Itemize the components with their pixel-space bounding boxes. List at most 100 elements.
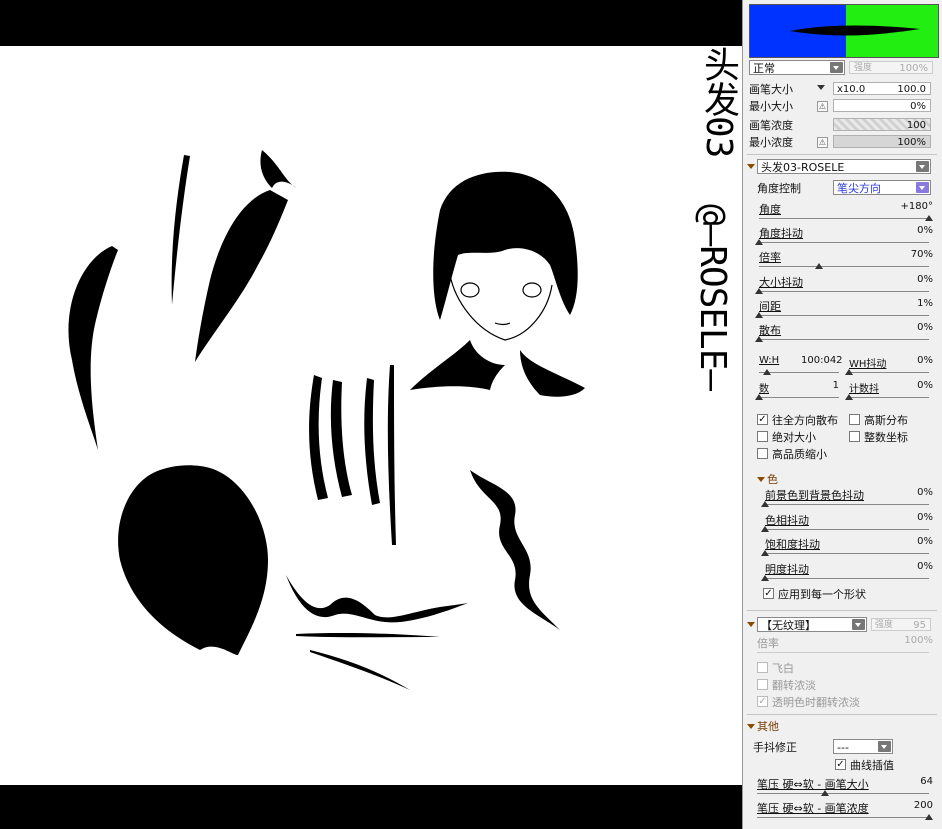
vertical-title-author: @—ROSELE— bbox=[692, 204, 733, 391]
chevron-down-icon bbox=[852, 619, 865, 630]
hue-jitter-slider-row: 色相抖动 0% bbox=[743, 512, 942, 532]
size-jitter-track[interactable] bbox=[759, 291, 929, 292]
count-track[interactable] bbox=[759, 397, 839, 398]
pressure-lock-icon[interactable]: ⚠ bbox=[817, 137, 828, 148]
section-divider bbox=[747, 610, 937, 611]
apply-each-label: 应用到每一个形状 bbox=[778, 588, 866, 601]
wh-jitter-thumb[interactable] bbox=[845, 369, 853, 375]
pressure-density-track[interactable] bbox=[757, 817, 929, 818]
spacing-thumb[interactable] bbox=[755, 312, 763, 318]
sat-jitter-thumb[interactable] bbox=[761, 550, 769, 556]
drawing-canvas[interactable] bbox=[0, 46, 742, 785]
pressure-size-track[interactable] bbox=[757, 793, 929, 794]
scatter-thumb[interactable] bbox=[755, 336, 763, 342]
chevron-down-icon bbox=[916, 182, 929, 193]
brush-settings-panel: 正常 强度 100% 画笔大小 x10.0 100.0 最小大小 ⚠ 0% 画笔… bbox=[742, 0, 942, 829]
bright-jitter-thumb[interactable] bbox=[761, 574, 769, 581]
bright-jitter-label: 明度抖动 bbox=[765, 562, 809, 576]
ratio-thumb[interactable] bbox=[814, 263, 823, 269]
texture-ratio-track[interactable] bbox=[757, 652, 929, 653]
brush-preview bbox=[749, 4, 939, 58]
spacing-slider-row: 间距 1% bbox=[743, 298, 942, 318]
bright-jitter-track[interactable] bbox=[765, 577, 929, 579]
min-density-field[interactable]: 100% bbox=[833, 135, 931, 148]
flying-white-label: 飞白 bbox=[772, 662, 794, 675]
texture-select[interactable]: 【无纹理】 bbox=[757, 617, 867, 632]
invert-transparent-row: ✓ 透明色时翻转浓淡 bbox=[743, 694, 942, 712]
texture-strength-field[interactable]: 强度 95 bbox=[871, 618, 931, 631]
invert-density-label: 翻转浓淡 bbox=[772, 679, 816, 692]
gaussian-checkbox[interactable] bbox=[849, 414, 860, 425]
count-jitter-track[interactable] bbox=[849, 397, 929, 398]
scatter-track[interactable] bbox=[759, 339, 929, 340]
count-thumb[interactable] bbox=[755, 394, 763, 400]
hue-jitter-thumb[interactable] bbox=[761, 525, 769, 532]
hair-stroke-parallel bbox=[296, 633, 440, 638]
angle-thumb[interactable] bbox=[925, 215, 933, 221]
pressure-lock-icon[interactable]: ⚠ bbox=[817, 101, 828, 112]
apply-each-checkbox[interactable]: ✓ bbox=[763, 588, 774, 599]
angle-jitter-label: 角度抖动 bbox=[759, 227, 803, 240]
flying-white-checkbox[interactable] bbox=[757, 662, 768, 673]
blend-mode-select[interactable]: 正常 bbox=[749, 60, 845, 75]
chevron-down-icon bbox=[830, 62, 843, 73]
collapse-triangle-icon[interactable] bbox=[757, 477, 765, 482]
wh-track[interactable] bbox=[759, 372, 839, 373]
angle-jitter-value: 0% bbox=[917, 225, 933, 236]
angle-track[interactable] bbox=[759, 218, 929, 219]
fg-bg-jitter-slider-row: 前景色到背景色抖动 0% bbox=[743, 487, 942, 507]
count-label: 数 bbox=[759, 384, 769, 395]
wh-thumb[interactable] bbox=[763, 369, 771, 375]
brush-shape-select[interactable]: 头发03-ROSELE bbox=[757, 159, 931, 174]
brush-size-field[interactable]: x10.0 100.0 bbox=[833, 82, 931, 95]
invert-transparent-label: 透明色时翻转浓淡 bbox=[772, 696, 860, 709]
collapse-triangle-icon[interactable] bbox=[747, 724, 755, 729]
min-size-field[interactable]: 0% bbox=[833, 99, 931, 112]
hue-jitter-track[interactable] bbox=[765, 528, 929, 530]
hq-downscale-checkbox[interactable] bbox=[757, 448, 768, 459]
angle-jitter-track[interactable] bbox=[759, 242, 929, 243]
character-head-sketch bbox=[410, 171, 585, 397]
opacity-label: 强度 bbox=[854, 63, 873, 73]
sat-jitter-slider-row: 饱和度抖动 0% bbox=[743, 536, 942, 556]
collapse-triangle-icon[interactable] bbox=[747, 622, 755, 627]
apply-each-row: ✓ 应用到每一个形状 bbox=[743, 586, 942, 604]
size-jitter-thumb[interactable] bbox=[755, 288, 763, 294]
curve-interp-checkbox[interactable]: ✓ bbox=[835, 759, 846, 770]
opacity-field[interactable]: 强度 100% bbox=[849, 61, 933, 74]
bright-jitter-slider-row: 明度抖动 0% bbox=[743, 561, 942, 581]
invert-transparent-checkbox[interactable]: ✓ bbox=[757, 696, 768, 707]
preview-stroke bbox=[790, 25, 920, 36]
ratio-track[interactable] bbox=[759, 266, 929, 267]
wh-jitter-track[interactable] bbox=[849, 372, 929, 373]
integer-coords-checkbox[interactable] bbox=[849, 431, 860, 442]
fg-bg-jitter-track[interactable] bbox=[765, 504, 929, 505]
angle-value: +180° bbox=[900, 201, 933, 212]
angle-jitter-thumb[interactable] bbox=[755, 239, 763, 245]
spacing-track[interactable] bbox=[759, 315, 929, 316]
dropdown-arrow-icon[interactable] bbox=[817, 85, 825, 90]
pressure-size-thumb[interactable] bbox=[821, 790, 829, 796]
chevron-down-icon bbox=[916, 161, 929, 172]
wh-jitter-label: WH抖动 bbox=[849, 359, 887, 370]
min-density-value: 100% bbox=[897, 137, 926, 148]
angle-control-value: 笔尖方向 bbox=[837, 182, 881, 195]
sat-jitter-track[interactable] bbox=[765, 553, 929, 554]
scatter-all-dir-checkbox[interactable]: ✓ bbox=[757, 414, 768, 425]
other-section-title: 其他 bbox=[757, 720, 779, 733]
hair-stroke-ponytail bbox=[195, 190, 288, 362]
app-window: 头发03 @—ROSELE— 正常 强度 100% 画笔大小 x10.0 100… bbox=[0, 0, 942, 829]
hue-jitter-label: 色相抖动 bbox=[765, 513, 809, 527]
count-jitter-thumb[interactable] bbox=[845, 394, 853, 400]
invert-density-checkbox[interactable] bbox=[757, 679, 768, 690]
sat-jitter-label: 饱和度抖动 bbox=[765, 538, 820, 551]
pressure-density-thumb[interactable] bbox=[925, 814, 933, 820]
absolute-size-checkbox[interactable] bbox=[757, 431, 768, 442]
angle-control-select[interactable]: 笔尖方向 bbox=[833, 180, 931, 195]
pressure-density-row: 笔压 硬⇔软 - 画笔浓度 200 bbox=[743, 800, 942, 820]
brush-density-field[interactable]: 100 bbox=[833, 118, 931, 131]
collapse-triangle-icon[interactable] bbox=[747, 164, 755, 169]
brush-density-value: 100 bbox=[906, 120, 926, 131]
stabilizer-select[interactable]: --- bbox=[833, 739, 893, 754]
fg-bg-jitter-thumb[interactable] bbox=[761, 501, 769, 507]
